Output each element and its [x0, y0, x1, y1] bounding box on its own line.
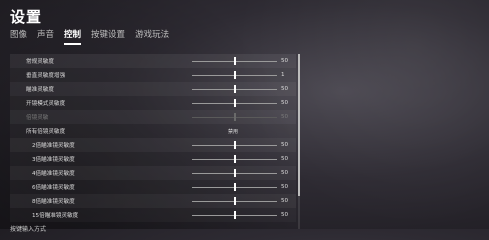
- setting-value: 50: [281, 142, 289, 148]
- vertical-boost-slider[interactable]: [192, 68, 277, 82]
- slider-thumb[interactable]: [233, 197, 236, 205]
- setting-row-scope-8x: 8倍瞄准镜灵敏度 50: [10, 194, 296, 208]
- setting-row-aim-sensitivity: 瞄准灵敏度 50: [10, 82, 296, 96]
- tab-sound[interactable]: 声音: [37, 28, 54, 45]
- setting-label: 垂直灵敏度增强: [26, 73, 66, 79]
- setting-row-all-scopes[interactable]: 所有倍镜灵敏度 禁用: [10, 124, 296, 138]
- settings-scrollbar[interactable]: [298, 54, 300, 229]
- setting-label: 所有倍镜灵敏度: [26, 129, 66, 135]
- setting-label: 2倍瞄准镜灵敏度: [32, 143, 75, 149]
- setting-label: 3倍瞄准镜灵敏度: [32, 157, 75, 163]
- setting-row-scope-2x: 2倍瞄准镜灵敏度 50: [10, 138, 296, 152]
- setting-row-vertical-boost: 垂直灵敏度增强 1: [10, 68, 296, 82]
- setting-value: 50: [281, 100, 289, 106]
- sensitivity-slider[interactable]: [192, 54, 277, 68]
- setting-label: 6倍瞄准镜灵敏度: [32, 185, 75, 191]
- setting-label: 开镜模式灵敏度: [26, 101, 66, 107]
- setting-row-scope-6x: 6倍瞄准镜灵敏度 50: [10, 180, 296, 194]
- setting-value: 50: [281, 58, 289, 64]
- setting-value: 50: [281, 156, 289, 162]
- slider-thumb[interactable]: [233, 141, 236, 149]
- setting-label: 4倍瞄准镜灵敏度: [32, 171, 75, 177]
- settings-list: 常规灵敏度 50 垂直灵敏度增强 1 瞄准灵敏度 50 开镜模式灵敏度 50 倍…: [10, 54, 296, 229]
- setting-label: 常规灵敏度: [26, 59, 54, 65]
- setting-label: 倍镜灵敏: [26, 115, 49, 121]
- setting-value: 50: [281, 212, 289, 218]
- slider-thumb[interactable]: [233, 57, 236, 65]
- setting-row-scope-sensitivity: 倍镜灵敏 50: [10, 110, 296, 124]
- scope-4x-slider[interactable]: [192, 166, 277, 180]
- tab-gameplay[interactable]: 游戏玩法: [135, 28, 169, 45]
- scrollbar-thumb[interactable]: [298, 54, 300, 196]
- scope-3x-slider[interactable]: [192, 152, 277, 166]
- slider-thumb[interactable]: [233, 99, 236, 107]
- slider-thumb[interactable]: [233, 169, 236, 177]
- tab-bar: 图像 声音 控制 按键设置 游戏玩法: [10, 28, 169, 45]
- page-title: 设置: [10, 8, 43, 26]
- setting-row-scope-4x: 4倍瞄准镜灵敏度 50: [10, 166, 296, 180]
- scope-15x-slider[interactable]: [192, 208, 277, 222]
- aim-sensitivity-slider[interactable]: [192, 82, 277, 96]
- setting-value: 1: [281, 72, 285, 78]
- setting-value: 50: [281, 184, 289, 190]
- setting-value: 50: [281, 170, 289, 176]
- setting-row-general-sensitivity: 常规灵敏度 50: [10, 54, 296, 68]
- setting-value: 50: [281, 86, 289, 92]
- setting-label: 瞄准灵敏度: [26, 87, 54, 93]
- slider-thumb[interactable]: [233, 71, 236, 79]
- setting-value: 50: [281, 114, 289, 120]
- setting-row-ads-sensitivity: 开镜模式灵敏度 50: [10, 96, 296, 110]
- scope-2x-slider[interactable]: [192, 138, 277, 152]
- tab-keybindings[interactable]: 按键设置: [91, 28, 125, 45]
- slider-thumb: [233, 113, 236, 121]
- scope-sensitivity-slider: [192, 110, 277, 124]
- tab-graphics[interactable]: 图像: [10, 28, 27, 45]
- toggle-status[interactable]: 禁用: [228, 128, 238, 135]
- setting-label: 8倍瞄准镜灵敏度: [32, 199, 75, 205]
- setting-value: 50: [281, 198, 289, 204]
- setting-row-scope-3x: 3倍瞄准镜灵敏度 50: [10, 152, 296, 166]
- ads-sensitivity-slider[interactable]: [192, 96, 277, 110]
- setting-label: 15倍瞄准镜灵敏度: [32, 213, 79, 219]
- slider-thumb[interactable]: [233, 85, 236, 93]
- scope-6x-slider[interactable]: [192, 180, 277, 194]
- slider-thumb[interactable]: [233, 183, 236, 191]
- slider-thumb[interactable]: [233, 211, 236, 219]
- setting-row-scope-15x: 15倍瞄准镜灵敏度 50: [10, 208, 296, 222]
- tab-controls[interactable]: 控制: [64, 28, 82, 45]
- cutoff-section-label: 按键输入方式: [10, 226, 47, 233]
- slider-thumb[interactable]: [233, 155, 236, 163]
- scope-8x-slider[interactable]: [192, 194, 277, 208]
